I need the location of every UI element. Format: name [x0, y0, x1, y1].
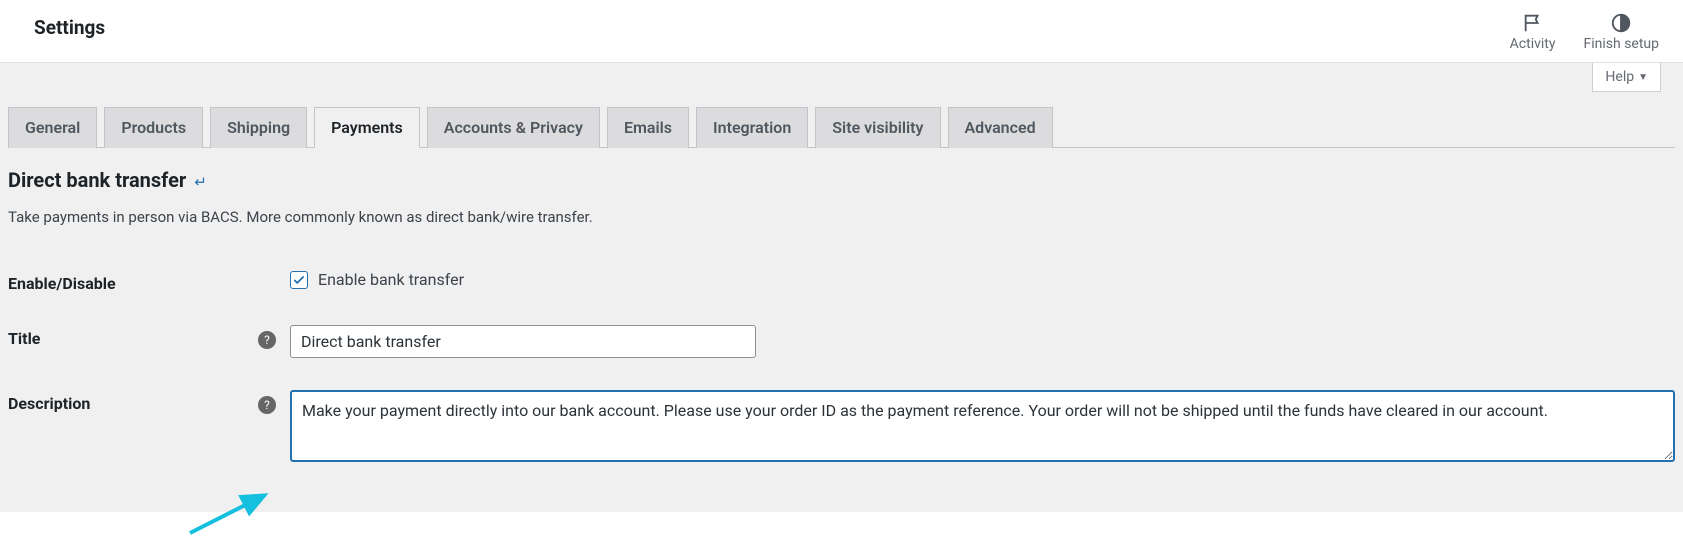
tabs: GeneralProductsShippingPaymentsAccounts … [8, 63, 1675, 148]
title-label: Title [8, 325, 258, 348]
enable-row: Enable/Disable Enable bank transfer [8, 254, 1675, 309]
tab-site-visibility[interactable]: Site visibility [815, 107, 940, 148]
tab-products[interactable]: Products [104, 107, 203, 148]
section-description: Take payments in person via BACS. More c… [8, 208, 1675, 226]
help-icon[interactable]: ? [258, 331, 276, 349]
return-link[interactable]: ↵ [194, 173, 207, 191]
activity-label: Activity [1510, 36, 1556, 52]
caret-down-icon: ▼ [1638, 72, 1648, 83]
page-title: Settings [34, 12, 1510, 39]
tab-integration[interactable]: Integration [696, 107, 808, 148]
title-input[interactable] [290, 325, 756, 358]
description-row: Description ? [8, 374, 1675, 482]
section-title: Direct bank transfer [8, 168, 186, 192]
content: Help ▼ GeneralProductsShippingPaymentsAc… [0, 63, 1683, 512]
tab-accounts-privacy[interactable]: Accounts & Privacy [427, 107, 600, 148]
description-textarea[interactable] [290, 390, 1675, 462]
enable-label: Enable/Disable [8, 270, 258, 293]
finish-setup-label: Finish setup [1584, 36, 1660, 52]
description-label: Description [8, 390, 258, 413]
section: Direct bank transfer ↵ Take payments in … [8, 148, 1675, 482]
help-button[interactable]: Help ▼ [1592, 63, 1661, 92]
enable-checkbox-label: Enable bank transfer [318, 270, 464, 289]
title-row: Title ? [8, 309, 1675, 374]
enable-checkbox[interactable] [290, 271, 308, 289]
tab-advanced[interactable]: Advanced [948, 107, 1053, 148]
header: Settings Activity Finish setup [0, 0, 1683, 63]
annotation-arrow [180, 483, 280, 543]
activity-button[interactable]: Activity [1510, 12, 1556, 52]
header-actions: Activity Finish setup [1510, 12, 1659, 52]
flag-icon [1522, 12, 1544, 34]
tab-general[interactable]: General [8, 107, 97, 148]
help-icon[interactable]: ? [258, 396, 276, 414]
tab-payments[interactable]: Payments [314, 107, 420, 148]
finish-setup-button[interactable]: Finish setup [1584, 12, 1660, 52]
tab-shipping[interactable]: Shipping [210, 107, 307, 148]
form-table: Enable/Disable Enable bank transfer Titl… [8, 254, 1675, 482]
help-label: Help [1605, 69, 1634, 85]
contrast-circle-icon [1610, 12, 1632, 34]
check-icon [292, 273, 306, 287]
tab-emails[interactable]: Emails [607, 107, 689, 148]
